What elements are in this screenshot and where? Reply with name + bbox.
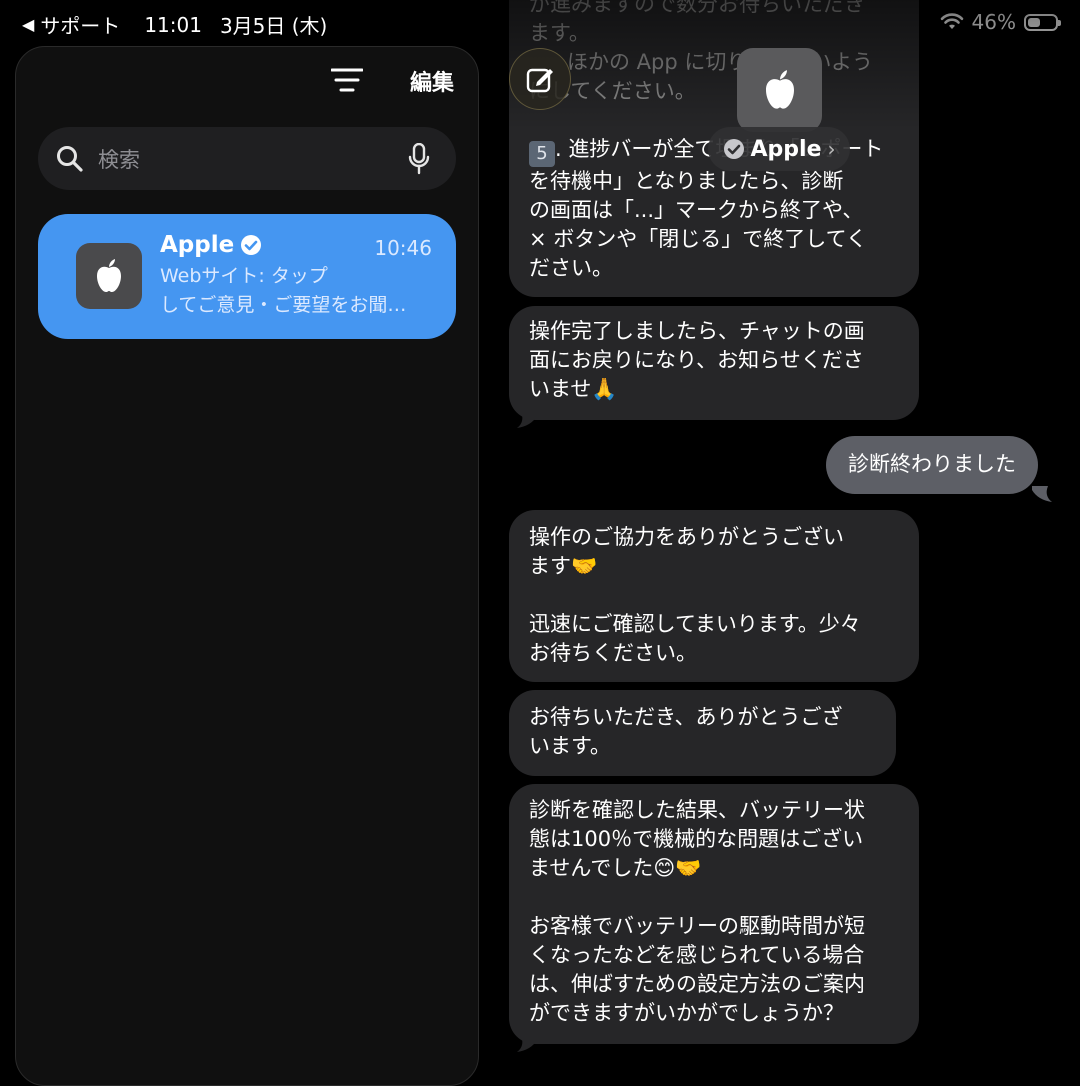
preview-line: Webサイト: タップ	[160, 265, 328, 287]
message-bubble-incoming: 操作のご協力をありがとうござい ます🤝 迅速にご確認してまいります。少々 お待ち…	[509, 510, 919, 682]
message-bubble-incoming: お待ちいただき、ありがとうござ います。	[509, 690, 896, 776]
message-line: 操作完了しましたら、チャットの画	[529, 319, 865, 343]
message-line: ができますがいかがでしょうか？	[529, 1001, 844, 1025]
contact-avatar[interactable]	[737, 48, 822, 132]
message-line: ほかの App に切り替えないよう	[567, 50, 873, 74]
wifi-icon	[940, 13, 963, 29]
battery-level-fill	[1028, 17, 1040, 27]
message-text: 診断終わりました	[848, 452, 1016, 476]
compose-icon	[526, 68, 553, 93]
message-line: が進みますので数分お待ちいただき	[529, 0, 865, 16]
message-line: 面にお戻りになり、お知らせくださ	[529, 348, 864, 372]
contact-name: Apple	[750, 136, 822, 162]
message-line: ださい。	[529, 256, 613, 280]
conversation-time: 10:46	[374, 236, 432, 260]
message-line: 診断を確認した結果、バッテリー状	[529, 798, 865, 822]
back-arrow-icon[interactable]: ◀	[22, 15, 34, 34]
message-line: × ボタンや「閉じる」で終了してく	[529, 227, 868, 251]
message-line: 操作のご協力をありがとうござい	[529, 525, 844, 549]
apple-logo-icon	[97, 259, 121, 292]
battery-percent: 46%	[971, 10, 1016, 34]
message-line: ます🤝	[529, 554, 598, 578]
search-icon	[57, 146, 83, 172]
battery-icon	[1024, 13, 1061, 31]
verified-badge-icon	[241, 235, 262, 255]
message-line: いませ🙏	[529, 377, 618, 401]
message-line: ます。	[529, 21, 590, 45]
message-line: にしてください。	[529, 79, 696, 103]
edit-button[interactable]: 編集	[410, 65, 454, 97]
bubble-tail	[517, 1036, 537, 1052]
message-line: は、伸ばすための設定方法のご案内	[529, 972, 865, 996]
message-line: お待ちください。	[529, 641, 697, 665]
conversation-item-apple[interactable]: Apple 10:46 Webサイト: タップ してご意見・ご要望をお聞…	[38, 214, 456, 339]
message-bubble-outgoing: 診断終わりました	[826, 436, 1038, 494]
message-line: お待ちいただき、ありがとうござ	[529, 705, 843, 729]
bubble-tail	[1032, 486, 1052, 502]
message-line: 態は100％で機械的な問題はござい	[529, 827, 864, 851]
conversation-list-panel: 編集 Apple 10:46 Webサイト: タ	[15, 46, 479, 1086]
compose-button[interactable]	[509, 48, 571, 110]
contact-name-button[interactable]: Apple ›	[708, 127, 850, 171]
conversation-name: Apple	[160, 232, 235, 258]
message-line: お客様でバッテリーの駆動時間が短	[529, 914, 865, 938]
step-number-badge: 5	[529, 141, 555, 167]
filter-icon[interactable]	[331, 67, 363, 93]
back-to-app-label[interactable]: サポート	[40, 10, 120, 39]
message-bubble-incoming: 操作完了しましたら、チャットの画 面にお戻りになり、お知らせくださ いませ🙏	[509, 306, 919, 420]
apple-logo-icon	[765, 70, 794, 109]
bubble-tail	[517, 412, 537, 428]
message-line: を待機中」となりましたら、診断	[529, 169, 844, 193]
conversation-preview: Webサイト: タップ してご意見・ご要望をお聞…	[160, 262, 430, 320]
status-time: 11:01	[144, 12, 202, 37]
verified-badge-icon	[723, 139, 744, 159]
status-date: 3月5日 (木)	[219, 14, 328, 38]
message-line: います。	[529, 734, 611, 758]
search-input[interactable]	[96, 127, 400, 192]
preview-line: してご意見・ご要望をお聞…	[160, 294, 407, 316]
chevron-right-icon: ›	[827, 137, 836, 161]
search-bar[interactable]	[38, 127, 456, 192]
message-line: の画面は「...」マークから終了や、	[529, 198, 864, 222]
message-line: くなったなどを感じられている場合	[529, 943, 865, 967]
avatar	[76, 243, 142, 309]
mic-icon[interactable]	[408, 143, 430, 175]
message-line: 迅速にご確認してまいります。少々	[529, 612, 861, 636]
message-bubble-incoming: 診断を確認した結果、バッテリー状 態は100％で機械的な問題はござい ませんでし…	[509, 784, 919, 1044]
message-line: ませんでした😊🤝	[529, 856, 702, 880]
